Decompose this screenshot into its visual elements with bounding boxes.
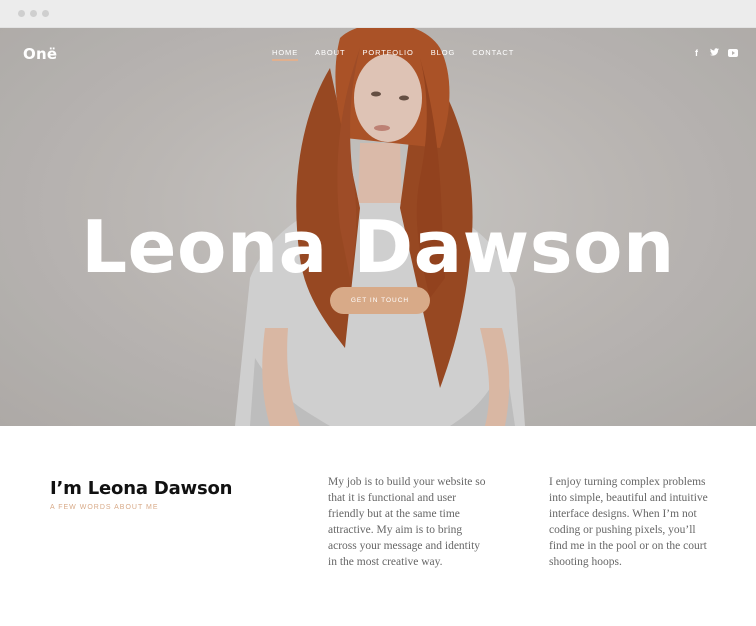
- youtube-icon[interactable]: [728, 49, 738, 57]
- nav-portfolio[interactable]: PORTFOLIO: [362, 48, 413, 60]
- window-dot-close[interactable]: [18, 10, 25, 17]
- browser-chrome: [0, 0, 756, 28]
- about-heading: I’m Leona Dawson: [50, 478, 233, 499]
- about-subheading: A FEW WORDS ABOUT ME: [50, 504, 159, 511]
- hero-title: Leona Dawson: [81, 205, 675, 289]
- hero-section: Onë HOME ABOUT PORTFOLIO BLOG CONTACT f …: [0, 28, 756, 426]
- site-logo[interactable]: Onë: [23, 45, 57, 63]
- window-dot-maximize[interactable]: [42, 10, 49, 17]
- facebook-icon[interactable]: f: [692, 48, 701, 58]
- get-in-touch-button[interactable]: GET IN TOUCH: [330, 287, 430, 314]
- social-links: f: [692, 48, 738, 58]
- about-paragraph-1: My job is to build your website so that …: [328, 476, 486, 568]
- about-paragraph-2: I enjoy turning complex problems into si…: [549, 476, 708, 568]
- main-nav: HOME ABOUT PORTFOLIO BLOG CONTACT: [272, 48, 531, 61]
- nav-blog[interactable]: BLOG: [431, 48, 455, 60]
- nav-about[interactable]: ABOUT: [315, 48, 345, 60]
- twitter-icon[interactable]: [710, 48, 719, 58]
- nav-home[interactable]: HOME: [272, 48, 299, 61]
- nav-contact[interactable]: CONTACT: [472, 48, 514, 60]
- window-dot-minimize[interactable]: [30, 10, 37, 17]
